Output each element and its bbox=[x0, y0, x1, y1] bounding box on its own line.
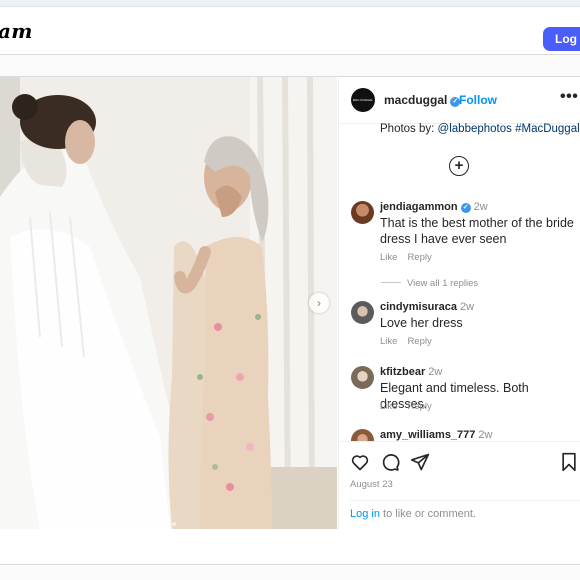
comment-actions: Like Reply bbox=[380, 252, 442, 263]
login-link[interactable]: Log in bbox=[350, 508, 380, 520]
comment-actions: Like Reply bbox=[380, 336, 442, 347]
login-button[interactable]: Log In bbox=[543, 27, 580, 51]
post-photo[interactable]: › bbox=[0, 77, 337, 529]
separator-dot: • bbox=[451, 93, 456, 107]
post-card: › MAC DUGGAL macduggal ✓ • Follow ••• Pho… bbox=[0, 76, 580, 530]
comment-text: That is the best mother of the bride dre… bbox=[380, 216, 574, 246]
author-username[interactable]: macduggal ✓ bbox=[384, 93, 461, 107]
comment-text: Love her dress bbox=[380, 316, 463, 330]
comment-icon[interactable] bbox=[380, 452, 400, 472]
commenter-avatar[interactable] bbox=[351, 201, 374, 224]
comment-username[interactable]: amy_williams_777 2w bbox=[380, 429, 492, 441]
top-nav-bar: am Log In bbox=[0, 8, 580, 55]
carousel-next-button[interactable]: › bbox=[309, 293, 329, 313]
carousel-dot bbox=[172, 522, 176, 526]
comment-username[interactable]: kfitzbear 2w bbox=[380, 366, 442, 378]
like-comment-button[interactable]: Like bbox=[380, 252, 397, 263]
commenter-avatar[interactable] bbox=[351, 429, 374, 441]
comment-time: 2w bbox=[478, 429, 493, 441]
comment-actions: Like Reply bbox=[380, 401, 442, 412]
photo-illustration bbox=[0, 77, 337, 529]
post-header: MAC DUGGAL macduggal ✓ • Follow ••• bbox=[339, 77, 580, 124]
comment-time: 2w bbox=[428, 366, 443, 378]
post-sidebar: MAC DUGGAL macduggal ✓ • Follow ••• Photo… bbox=[338, 77, 580, 529]
post-actions-footer: August 23 Log in to like or comment. bbox=[339, 441, 580, 530]
more-options-icon[interactable]: ••• bbox=[560, 88, 578, 106]
follow-button[interactable]: Follow bbox=[459, 93, 497, 107]
instagram-logo[interactable]: am bbox=[0, 19, 33, 43]
caption-text: Photos by: @labbephotos #MacDuggal bbox=[380, 123, 580, 135]
comment-time: 2w bbox=[460, 301, 475, 313]
carousel-dot bbox=[165, 522, 169, 526]
author-avatar[interactable]: MAC DUGGAL bbox=[351, 88, 375, 112]
commenter-avatar[interactable] bbox=[351, 366, 374, 389]
carousel-dots bbox=[158, 513, 179, 529]
reply-comment-button[interactable]: Reply bbox=[407, 336, 431, 347]
load-more-comments-icon[interactable]: + bbox=[449, 156, 469, 176]
bookmark-icon[interactable] bbox=[560, 452, 578, 472]
view-replies-link[interactable]: View all 1 replies bbox=[381, 278, 478, 289]
reply-comment-button[interactable]: Reply bbox=[407, 252, 431, 263]
verified-badge-icon: ✓ bbox=[460, 203, 471, 213]
comments-list[interactable]: Photos by: @labbephotos #MacDuggal + jen… bbox=[339, 123, 580, 441]
like-comment-button[interactable]: Like bbox=[380, 336, 397, 347]
comment-time: 2w bbox=[473, 201, 488, 213]
chevron-right-icon: › bbox=[317, 296, 321, 310]
heart-icon[interactable] bbox=[350, 452, 370, 472]
hashtag-link[interactable]: #MacDuggal bbox=[515, 123, 580, 135]
commenter-avatar[interactable] bbox=[351, 301, 374, 324]
like-comment-button[interactable]: Like bbox=[380, 401, 397, 412]
browser-top-strip bbox=[0, 0, 580, 7]
reply-comment-button[interactable]: Reply bbox=[407, 401, 431, 412]
bottom-strip bbox=[0, 529, 580, 565]
photographer-link[interactable]: @labbephotos bbox=[438, 123, 512, 135]
post-date: August 23 bbox=[350, 479, 393, 490]
login-prompt: Log in to like or comment. bbox=[350, 500, 580, 520]
carousel-dot bbox=[158, 522, 162, 526]
comment-username[interactable]: cindymisuraca 2w bbox=[380, 301, 474, 313]
comment-username[interactable]: jendiagammon ✓ 2w bbox=[380, 201, 488, 213]
share-icon[interactable] bbox=[410, 452, 430, 472]
